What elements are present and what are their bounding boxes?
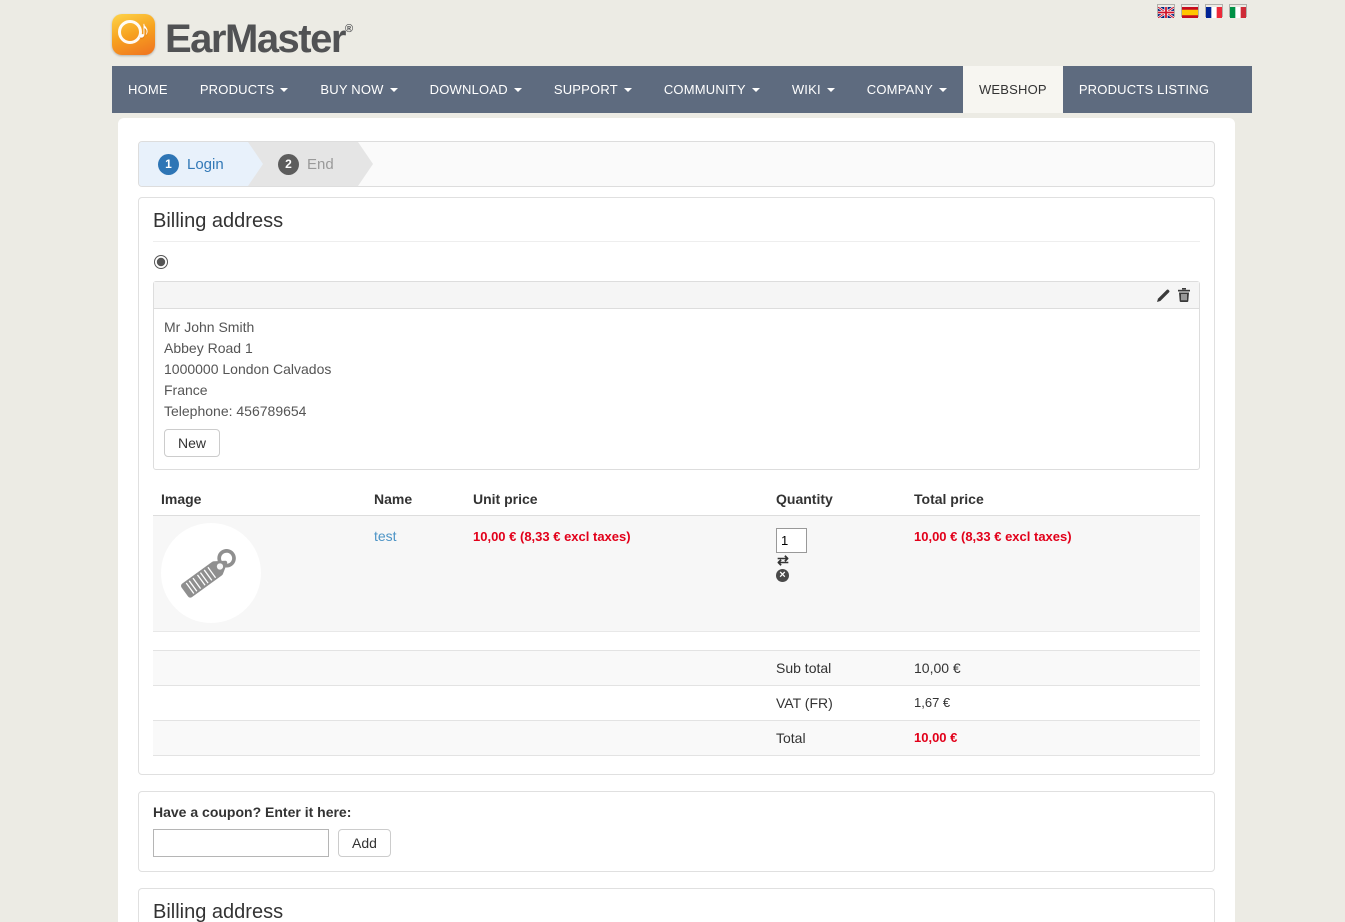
language-switcher <box>1157 5 1246 19</box>
nav-wiki[interactable]: WIKI <box>776 66 851 113</box>
address-panel-header <box>154 282 1199 309</box>
nav-products-listing[interactable]: PRODUCTS LISTING <box>1063 66 1225 113</box>
nav-webshop[interactable]: WEBSHOP <box>962 66 1063 113</box>
billing-address-card: Billing address Mr John Smith Abbey Road… <box>138 197 1215 775</box>
coupon-input[interactable] <box>153 829 329 857</box>
coupon-card: Have a coupon? Enter it here: Add <box>138 791 1215 872</box>
nav-support[interactable]: SUPPORT <box>538 66 648 113</box>
earmaster-logo-icon: ♪ <box>112 13 155 55</box>
vat-row: VAT (FR) 1,67 € <box>153 685 1200 720</box>
caret-down-icon <box>623 87 632 92</box>
step-login-number: 1 <box>158 154 179 175</box>
unit-price: 10,00 € (8,33 € excl taxes) <box>473 529 631 544</box>
col-image: Image <box>161 491 202 507</box>
coupon-label: Have a coupon? Enter it here: <box>153 804 352 820</box>
brand-name: EarMaster® <box>165 17 354 61</box>
cart-item-row: test 10,00 € (8,33 € excl taxes) ⇄ × 10,… <box>153 516 1200 632</box>
step-login-label: Login <box>187 155 224 173</box>
subtotal-label: Sub total <box>776 660 832 676</box>
col-total-price: Total price <box>914 491 984 507</box>
subtotal-row: Sub total 10,00 € <box>153 650 1200 685</box>
billing-form-title: Billing address <box>153 899 1200 922</box>
address-city: 1000000 London Calvados <box>164 361 332 377</box>
vat-value: 1,67 € <box>914 695 951 710</box>
page-content: 2 End 1 Login Billing address Mr John Sm… <box>118 118 1235 922</box>
step-end-number: 2 <box>278 154 299 175</box>
address-details: Mr John Smith Abbey Road 1 1000000 Londo… <box>154 309 1199 469</box>
update-quantity-icon[interactable]: ⇄ <box>776 553 790 567</box>
billing-form-card: Billing address <box>138 888 1215 922</box>
nav-products[interactable]: PRODUCTS <box>184 66 305 113</box>
price-tag-icon <box>181 548 236 598</box>
edit-address-icon[interactable] <box>1157 289 1170 302</box>
main-nav: HOME PRODUCTS BUY NOW DOWNLOAD SUPPORT C… <box>112 66 1252 113</box>
address-select-row <box>154 255 1200 274</box>
col-name: Name <box>374 491 413 507</box>
new-address-button[interactable]: New <box>164 429 221 457</box>
caret-down-icon <box>280 87 289 92</box>
cart-table-header: Image Name Unit price Quantity Total pri… <box>153 483 1200 516</box>
brand-logo-link[interactable]: ♪ EarMaster® <box>112 8 353 60</box>
step-end: 2 End <box>247 142 373 186</box>
caret-down-icon <box>513 87 522 92</box>
caret-down-icon <box>389 87 398 92</box>
flag-spanish-icon[interactable] <box>1182 5 1198 18</box>
address-panel: Mr John Smith Abbey Road 1 1000000 Londo… <box>153 281 1200 470</box>
subtotal-value: 10,00 € <box>914 660 961 676</box>
total-label: Total <box>776 730 806 746</box>
step-login[interactable]: 1 Login <box>139 142 263 186</box>
checkout-stepper: 2 End 1 Login <box>138 141 1215 187</box>
caret-down-icon <box>938 87 947 92</box>
music-note-icon: ♪ <box>137 15 151 44</box>
address-phone: Telephone: 456789654 <box>164 403 307 419</box>
nav-home[interactable]: HOME <box>112 66 184 113</box>
nav-buy-now[interactable]: BUY NOW <box>304 66 413 113</box>
address-radio[interactable] <box>154 255 168 269</box>
total-price: 10,00 € (8,33 € excl taxes) <box>914 529 1072 544</box>
quantity-input[interactable] <box>776 528 807 553</box>
address-country: France <box>164 382 208 398</box>
step-end-label: End <box>307 155 334 173</box>
cart-summary: Sub total 10,00 € VAT (FR) 1,67 € Total … <box>153 650 1200 756</box>
flag-english-icon[interactable] <box>1157 5 1175 19</box>
flag-french-icon[interactable] <box>1206 5 1222 18</box>
address-name: Mr John Smith <box>164 319 255 335</box>
registered-mark: ® <box>344 23 354 35</box>
nav-download[interactable]: DOWNLOAD <box>414 66 538 113</box>
caret-down-icon <box>751 87 760 92</box>
col-unit-price: Unit price <box>473 491 538 507</box>
product-image <box>161 523 261 623</box>
coupon-add-button[interactable]: Add <box>338 829 391 857</box>
cart-table: Image Name Unit price Quantity Total pri… <box>153 483 1200 756</box>
delete-address-icon[interactable] <box>1178 288 1190 302</box>
billing-address-title: Billing address <box>153 208 1200 242</box>
total-row: Total 10,00 € <box>153 720 1200 756</box>
nav-community[interactable]: COMMUNITY <box>648 66 776 113</box>
remove-item-icon[interactable]: × <box>776 569 789 582</box>
col-quantity: Quantity <box>776 491 833 507</box>
vat-label: VAT (FR) <box>776 695 833 711</box>
total-value: 10,00 € <box>914 730 958 745</box>
flag-italian-icon[interactable] <box>1230 5 1246 18</box>
product-name-link[interactable]: test <box>374 528 397 544</box>
caret-down-icon <box>826 87 835 92</box>
nav-company[interactable]: COMPANY <box>851 66 963 113</box>
address-street: Abbey Road 1 <box>164 340 253 356</box>
